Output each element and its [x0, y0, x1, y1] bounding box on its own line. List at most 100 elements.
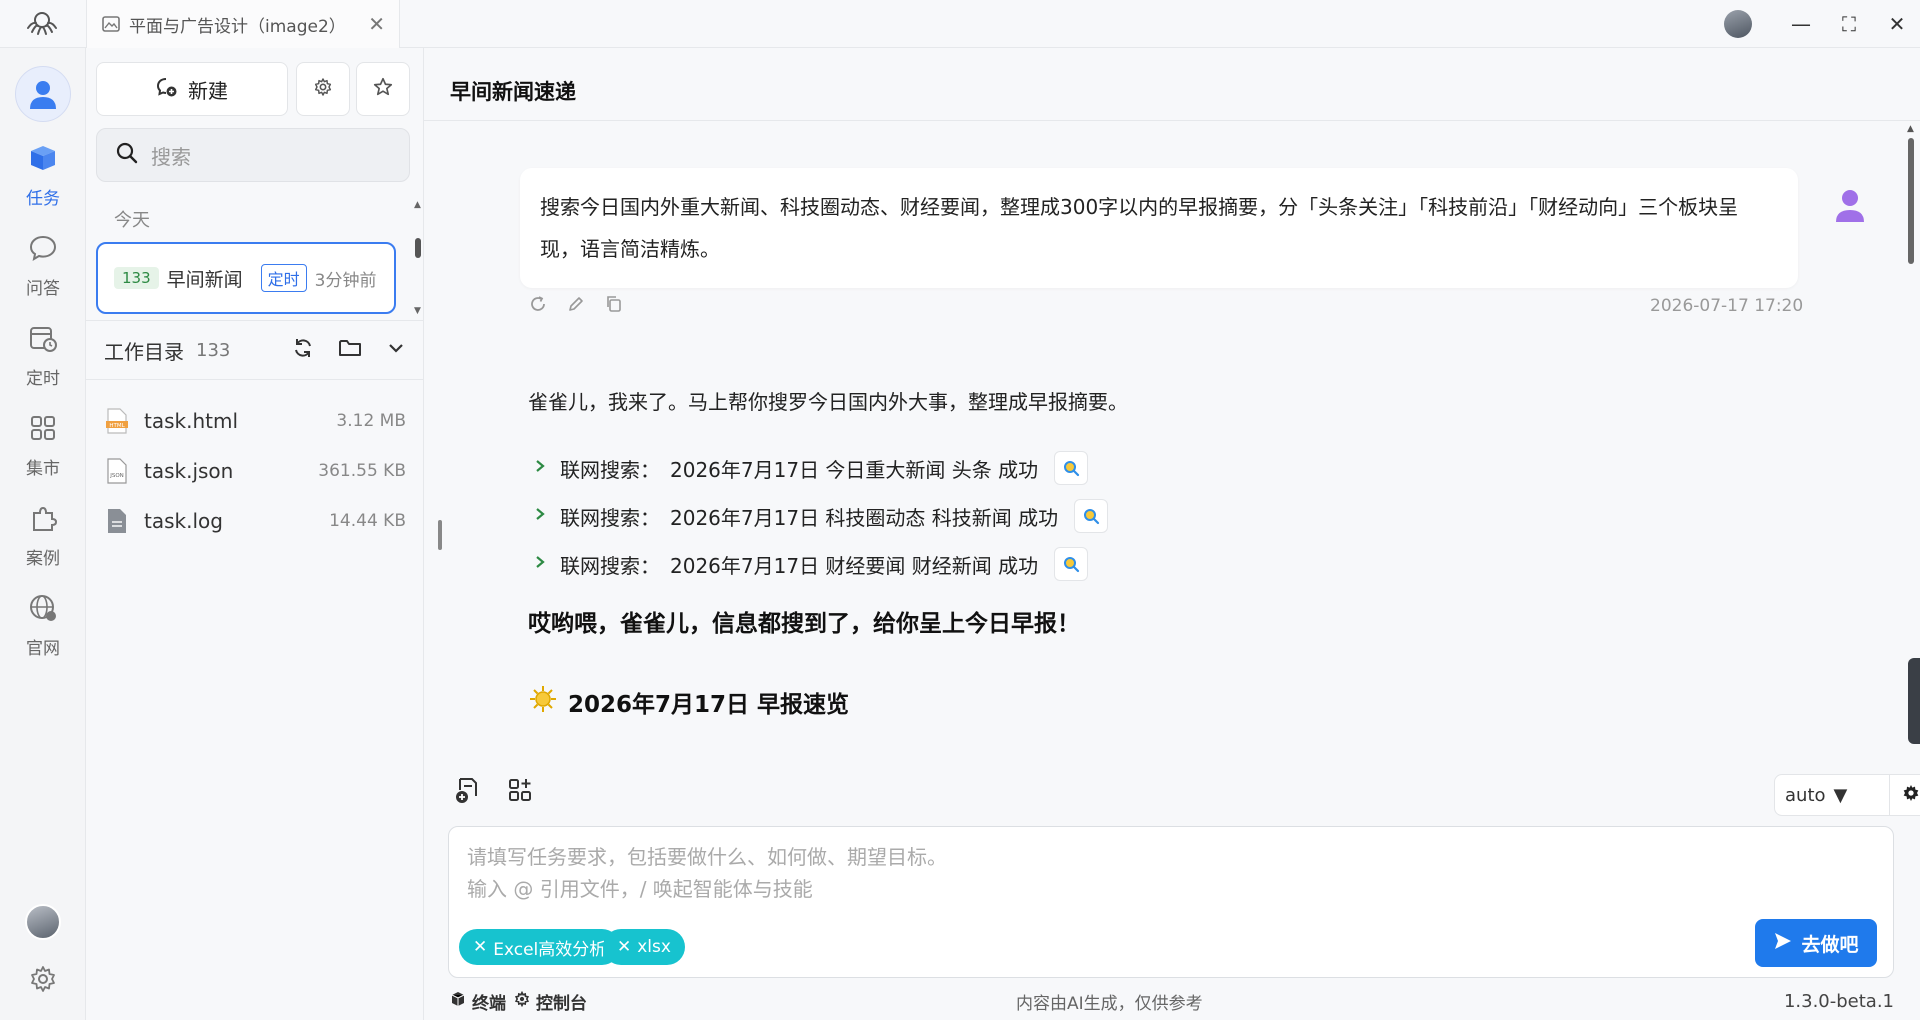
image-icon: [101, 14, 121, 34]
digest-title: 2026年7月17日 早报速览: [568, 692, 850, 718]
assistant-intro: 雀雀儿，我来了。马上帮你搜罗今日国内外大事，整理成早报摘要。: [528, 390, 1128, 414]
file-row-html[interactable]: HTML task.html 3.12 MB: [86, 396, 424, 446]
task-item-selected[interactable]: 133 早间新闻 定时 3分钟前: [96, 242, 396, 314]
model-settings-button[interactable]: [1890, 774, 1920, 816]
side-indicator: [1908, 658, 1920, 744]
caret-down-icon: ▼: [1833, 784, 1848, 806]
minimize-icon[interactable]: —: [1788, 11, 1814, 37]
rail-item-qa[interactable]: 问答: [0, 226, 86, 306]
file-name: task.log: [144, 509, 223, 533]
composer-toolbar: [454, 776, 534, 808]
sidebar-settings-button[interactable]: [296, 62, 350, 116]
model-value: auto: [1785, 784, 1826, 806]
workdir-actions: [292, 337, 406, 363]
ai-disclaimer: 内容由AI生成，仅供参考: [1016, 993, 1203, 1014]
search-result-icon[interactable]: [1074, 499, 1109, 533]
app-version: 1.3.0-beta.1: [1783, 990, 1894, 1012]
new-task-button[interactable]: 新建: [96, 62, 288, 116]
chevron-right-icon: [534, 458, 550, 479]
file-size: 361.55 KB: [318, 461, 406, 481]
page-title: 早间新闻速递: [450, 80, 576, 104]
chip-close-icon[interactable]: ✕: [473, 937, 487, 957]
scroll-up-arrow-icon[interactable]: ▲: [1907, 124, 1914, 134]
workdir-title: 工作目录: [104, 339, 184, 364]
search-placeholder: 搜索: [151, 144, 191, 169]
model-select[interactable]: auto ▼: [1774, 774, 1890, 816]
user-avatar-top[interactable]: [1724, 10, 1752, 38]
scroll-up-arrow-icon[interactable]: ▲: [414, 200, 421, 210]
search-result-icon[interactable]: [1054, 451, 1089, 485]
digest-title-row: 2026年7月17日 早报速览: [528, 684, 849, 720]
task-name: 早间新闻: [166, 268, 243, 291]
rail-label-website: 官网: [26, 639, 60, 659]
send-icon: [1773, 931, 1793, 956]
search-step-query: 2026年7月17日 科技圈动态 科技新闻 成功: [670, 505, 1059, 530]
tab-close-icon[interactable]: ✕: [368, 12, 385, 36]
svg-text:HTML: HTML: [109, 423, 125, 429]
console-label: 控制台: [536, 993, 587, 1014]
skill-chip[interactable]: ✕ Excel高效分析: [459, 929, 621, 965]
skill-chip[interactable]: ✕ xlsx: [603, 929, 685, 965]
attach-file-icon[interactable]: [454, 776, 482, 808]
file-row-log[interactable]: task.log 14.44 KB: [86, 496, 424, 546]
rail-label-schedule: 定时: [26, 369, 60, 389]
search-step[interactable]: 联网搜索： 2026年7月17日 科技圈动态 科技新闻 成功: [534, 496, 1109, 536]
cube-icon: [450, 991, 466, 1012]
chip-close-icon[interactable]: ✕: [617, 937, 631, 957]
search-result-icon[interactable]: [1054, 547, 1089, 581]
chevron-down-icon[interactable]: [386, 338, 406, 362]
app-window: 平面与广告设计（image2） ✕ — ⛶ ✕ 任务 问答 定时 集市 案例 官…: [0, 0, 1920, 1020]
gear-icon: [313, 77, 333, 101]
chip-label: xlsx: [637, 937, 671, 957]
scroll-down-arrow-icon[interactable]: ▼: [414, 306, 421, 316]
settings-gear-icon[interactable]: [28, 964, 58, 994]
file-row-json[interactable]: JSON task.json 361.55 KB: [86, 446, 424, 496]
send-button[interactable]: 去做吧: [1755, 919, 1877, 967]
tab-active[interactable]: 平面与广告设计（image2） ✕: [86, 0, 400, 48]
console-gear-icon: [514, 990, 530, 1012]
close-window-icon[interactable]: ✕: [1884, 11, 1910, 37]
favorites-button[interactable]: [356, 62, 410, 116]
terminal-button[interactable]: 终端: [450, 989, 506, 1014]
add-app-icon[interactable]: [506, 776, 534, 808]
agent-avatar[interactable]: [15, 66, 71, 122]
globe-icon: [28, 593, 58, 628]
window-controls: — ⛶ ✕: [1724, 0, 1910, 48]
copy-icon[interactable]: [604, 294, 624, 318]
retry-icon[interactable]: [528, 294, 548, 318]
console-button[interactable]: 控制台: [514, 989, 587, 1014]
rail-item-website[interactable]: 官网: [0, 586, 86, 666]
maximize-icon[interactable]: ⛶: [1836, 11, 1862, 37]
json-file-icon: JSON: [106, 458, 128, 484]
scrollbar-thumb[interactable]: [415, 238, 421, 258]
search-step[interactable]: 联网搜索： 2026年7月17日 财经要闻 财经新闻 成功: [534, 544, 1089, 584]
workdir-count: 133: [196, 339, 231, 361]
user-avatar-icon: [1828, 184, 1872, 228]
rail-item-tasks[interactable]: 任务: [0, 136, 86, 216]
file-size: 14.44 KB: [329, 511, 406, 531]
assistant-headline: 哎哟喂，雀雀儿，信息都搜到了，给你呈上今日早报！: [528, 611, 1080, 637]
chat-scrollbar-thumb[interactable]: [1908, 138, 1914, 264]
search-step-label: 联网搜索：: [560, 553, 660, 578]
rail-item-schedule[interactable]: 定时: [0, 316, 86, 396]
folder-icon[interactable]: [338, 337, 362, 363]
workdir-header: 工作目录 133: [86, 320, 424, 380]
search-step[interactable]: 联网搜索： 2026年7月17日 今日重大新闻 头条 成功: [534, 448, 1089, 488]
task-list-scrollbar[interactable]: ▲ ▼: [414, 198, 422, 318]
profile-avatar[interactable]: [25, 904, 61, 940]
refresh-icon[interactable]: [292, 337, 314, 363]
prompt-composer[interactable]: 请填写任务要求，包括要做什么、如何做、期望目标。 输入 @ 引用文件，/ 唤起智…: [448, 826, 1894, 978]
svg-text:JSON: JSON: [109, 473, 124, 479]
message-timestamp: 2026-07-17 17:20: [1650, 296, 1804, 316]
edit-icon[interactable]: [566, 294, 586, 318]
calendar-clock-icon: [28, 323, 58, 358]
send-label: 去做吧: [1801, 933, 1859, 956]
file-name: task.html: [144, 409, 239, 433]
file-name: task.json: [144, 459, 234, 483]
search-input[interactable]: 搜索: [96, 128, 410, 182]
task-count-badge: 133: [114, 267, 159, 289]
section-today-label: 今天: [114, 210, 150, 231]
gear-icon: [1901, 783, 1920, 807]
rail-item-cases[interactable]: 案例: [0, 496, 86, 576]
rail-item-market[interactable]: 集市: [0, 406, 86, 486]
